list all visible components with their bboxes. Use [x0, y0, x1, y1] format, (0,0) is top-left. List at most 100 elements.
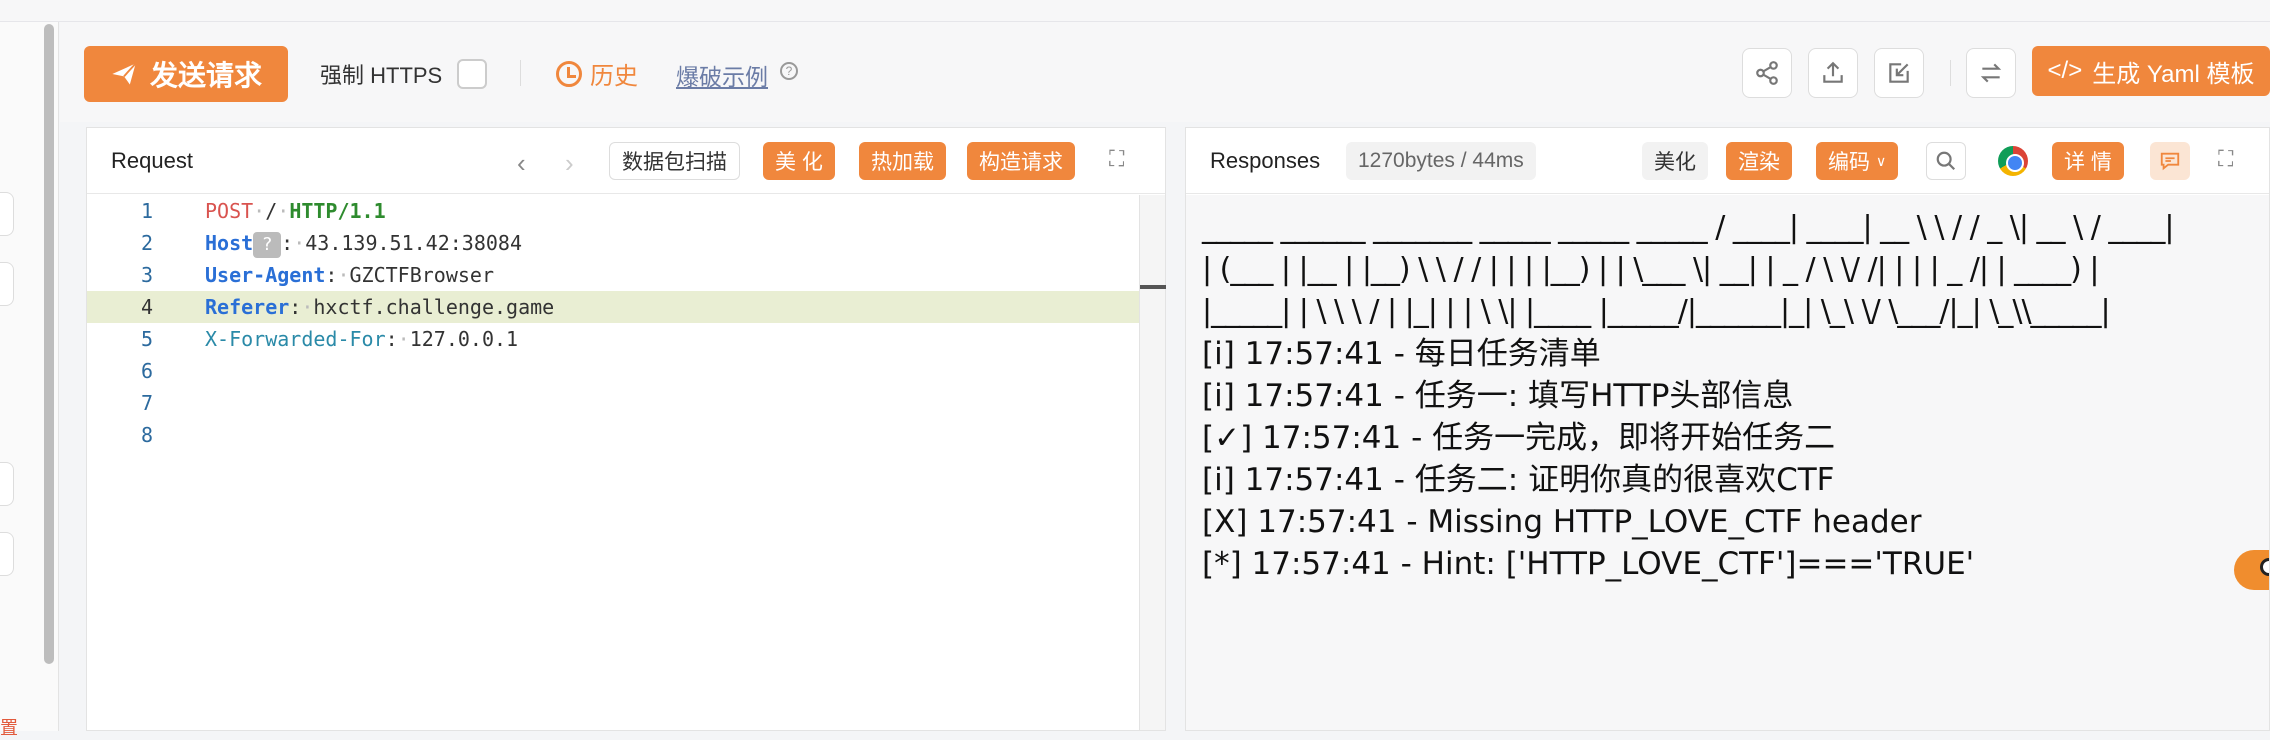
sidebar-tab[interactable] [0, 192, 14, 236]
upload-icon [1823, 61, 1843, 83]
swap-icon [1980, 63, 2002, 83]
encode-dropdown[interactable]: 编码 ∨ [1816, 142, 1899, 180]
force-https-checkbox[interactable] [457, 59, 487, 89]
beautify-button[interactable]: 美化 [1642, 142, 1708, 180]
line-number: 1 [140, 199, 153, 223]
http-method: POST [205, 199, 254, 223]
line-number: 6 [140, 359, 153, 383]
divider [58, 22, 59, 731]
code-line: 7 [87, 387, 1139, 419]
search-button[interactable] [1926, 142, 1966, 180]
mascot-image [2234, 550, 2269, 590]
force-https-label: 强制 HTTPS [320, 63, 443, 88]
details-label: 详 情 [2064, 151, 2112, 174]
sidebar-tab[interactable] [0, 262, 14, 306]
details-button[interactable]: 详 情 [2052, 142, 2124, 180]
editor-minimap[interactable] [1139, 195, 1166, 730]
render-button[interactable]: 渲染 [1726, 142, 1792, 180]
import-button[interactable] [1874, 48, 1924, 98]
share-icon [1756, 61, 1778, 85]
construct-label: 构造请求 [979, 151, 1063, 174]
sidebar-scrollbar[interactable] [44, 24, 54, 664]
code-line: 2 Host?:·43.139.51.42:38084 [87, 227, 1139, 259]
packet-scan-label: 数据包扫描 [622, 151, 727, 174]
left-sidebar: 置 [0, 22, 59, 738]
request-path: / [265, 199, 278, 223]
header-value: 127.0.0.1 [409, 327, 519, 351]
burst-example-link[interactable]: 爆破示例 [676, 58, 768, 92]
header-key: X-Forwarded-For [205, 327, 386, 351]
hotload-label: 热加载 [871, 151, 934, 174]
ascii-banner-line: |_____| | \ \ \ / | |_| | | \ \| |____ |… [1202, 294, 2111, 329]
line-number: 2 [140, 231, 153, 255]
response-panel: Responses 1270bytes / 44ms 美化 渲染 编码 ∨ 详 情… [1185, 127, 2270, 731]
sidebar-tab[interactable] [0, 462, 14, 506]
response-title: Responses [1210, 148, 1321, 173]
yaml-label: 生成 Yaml 模板 [2092, 60, 2255, 88]
log-line: [✓] 17:57:41 - 任务一完成，即将开始任务二 [1202, 420, 1836, 456]
search-icon [1936, 151, 1956, 171]
log-line: [i] 17:57:41 - 任务一: 填写HTTP头部信息 [1202, 378, 1794, 414]
request-editor[interactable]: 1 POST·/·HTTP/1.1 2 Host?:·43.139.51.42:… [87, 195, 1166, 730]
line-number: 5 [140, 327, 153, 351]
divider [520, 60, 521, 86]
header-value: 43.139.51.42:38084 [305, 231, 523, 255]
http-protocol: HTTP/1.1 [289, 199, 386, 223]
line-number: 7 [140, 391, 153, 415]
log-line: [*] 17:57:41 - Hint: ['HTTP_LOVE_CTF']==… [1202, 546, 1975, 582]
line-number: 8 [140, 423, 153, 447]
code-line: 6 [87, 355, 1139, 387]
clock-icon [556, 60, 582, 87]
host-hint-badge[interactable]: ? [253, 231, 282, 258]
header-key: User-Agent [205, 263, 326, 287]
sidebar-partial-label: 置 [0, 718, 18, 738]
log-line: [X] 17:57:41 - Missing HTTP_LOVE_CTF hea… [1202, 504, 1922, 540]
response-body: _____ ______ _______ _____ _____ _____ /… [1186, 195, 2269, 730]
import-icon [1889, 63, 1909, 83]
encode-label: 编码 [1828, 151, 1870, 174]
sidebar-tab[interactable] [0, 532, 14, 576]
expand-icon[interactable]: ⛶ [2218, 146, 2233, 172]
history-label: 历史 [590, 63, 638, 90]
response-size-time: 1270bytes / 44ms [1346, 142, 1536, 180]
send-label: 发送请求 [149, 60, 262, 91]
history-button[interactable]: 历史 [556, 56, 638, 91]
line-number: 3 [140, 263, 153, 287]
request-title: Request [111, 148, 193, 173]
expand-icon[interactable]: ⛶ [1109, 146, 1124, 172]
beautify-label: 美 化 [775, 151, 823, 174]
comment-button[interactable] [2150, 142, 2190, 180]
ascii-banner-line: | (___ | |__ | |__) \ \ / / | | | |__) |… [1202, 252, 2100, 287]
response-header: Responses 1270bytes / 44ms 美化 渲染 编码 ∨ 详 情… [1186, 128, 2269, 194]
send-request-button[interactable]: 发送请求 [84, 46, 288, 102]
header-value: GZCTFBrowser [349, 263, 495, 287]
beautify-button[interactable]: 美 化 [763, 142, 835, 180]
top-bar [0, 0, 2270, 22]
hotload-button[interactable]: 热加载 [859, 142, 946, 180]
packet-scan-button[interactable]: 数据包扫描 [609, 142, 740, 180]
help-icon[interactable]: ? [780, 62, 798, 80]
chevron-down-icon: ∨ [1876, 152, 1887, 169]
log-line: [i] 17:57:41 - 每日任务清单 [1202, 336, 1601, 372]
chevron-left-icon[interactable]: ‹ [517, 148, 526, 179]
header-key: Host [205, 231, 254, 255]
generate-yaml-button[interactable]: </> 生成 Yaml 模板 [2032, 46, 2270, 96]
header-key: Referer [205, 295, 290, 319]
code-icon: </> [2047, 57, 2083, 84]
construct-request-button[interactable]: 构造请求 [967, 142, 1075, 180]
header-value: hxctf.challenge.game [313, 295, 555, 319]
share-button[interactable] [1742, 48, 1792, 98]
code-line: 1 POST·/·HTTP/1.1 [87, 195, 1139, 227]
chrome-icon[interactable] [1998, 146, 2028, 176]
minimap-cursor [1140, 285, 1166, 289]
divider [1950, 60, 1951, 86]
swap-button[interactable] [1966, 48, 2016, 98]
request-header: Request ‹ › 数据包扫描 美 化 热加载 构造请求 ⛶ [87, 128, 1165, 194]
line-number: 4 [140, 295, 153, 319]
chevron-right-icon[interactable]: › [565, 148, 574, 179]
log-line: [i] 17:57:41 - 任务二: 证明你真的很喜欢CTF [1202, 462, 1835, 498]
export-button[interactable] [1808, 48, 1858, 98]
code-line-active: 4 Referer:·hxctf.challenge.game [87, 291, 1139, 323]
beautify-label: 美化 [1654, 151, 1696, 174]
comment-icon [2160, 152, 2180, 171]
